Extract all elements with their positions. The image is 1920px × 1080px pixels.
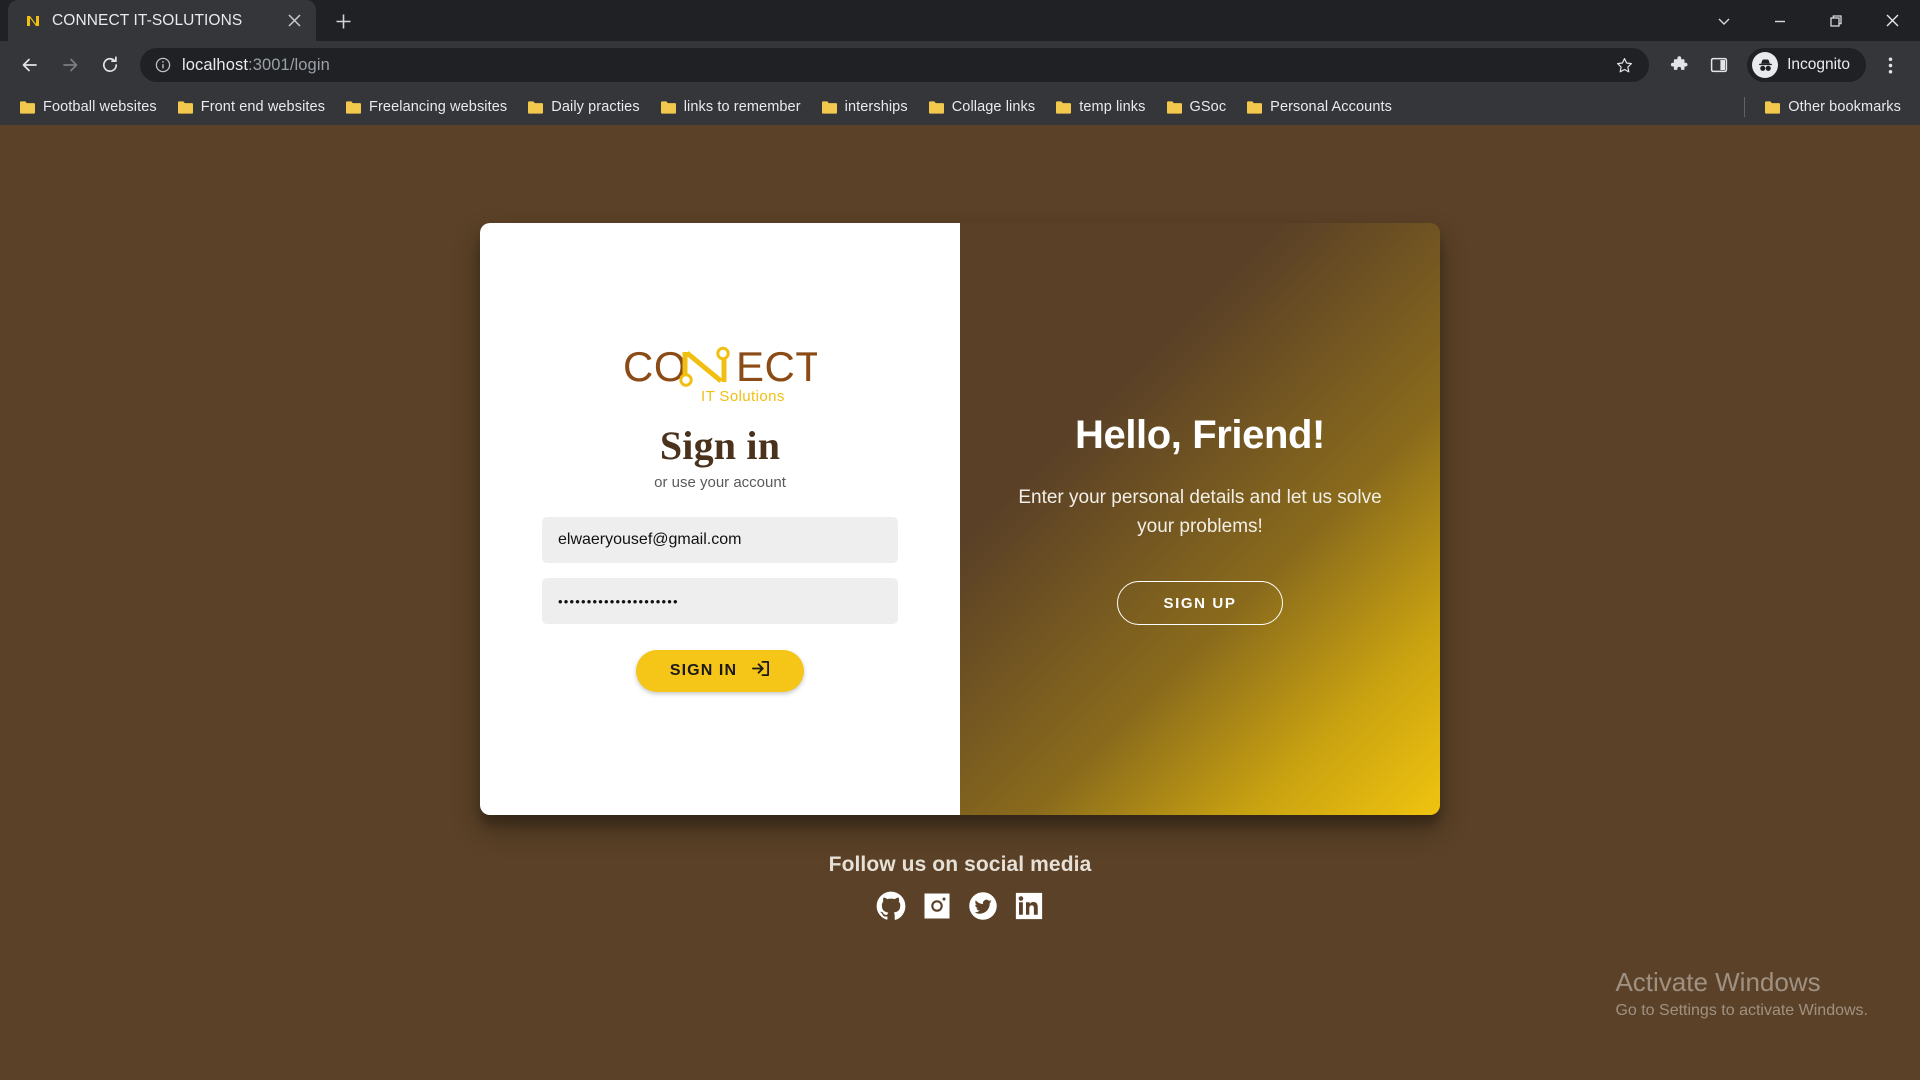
folder-icon [20, 100, 35, 114]
folder-icon [928, 100, 944, 114]
bookmarks-divider [1744, 97, 1746, 117]
bookmark-label: Daily practies [551, 99, 640, 115]
svg-text:CO: CO [623, 346, 687, 390]
url-host: localhost [182, 55, 249, 74]
bookmark-label: interships [844, 99, 908, 115]
bookmark-item[interactable]: links to remember [651, 94, 810, 120]
folder-icon [821, 100, 837, 114]
folder-icon [1765, 100, 1781, 114]
connect-logo-icon [24, 12, 42, 30]
other-bookmarks-label: Other bookmarks [1788, 99, 1901, 115]
other-bookmarks-group: Other bookmarks [1734, 94, 1910, 120]
signin-subtitle: or use your account [654, 474, 786, 491]
incognito-icon [1752, 52, 1779, 78]
activation-subtitle: Go to Settings to activate Windows. [1615, 1002, 1868, 1019]
connect-logo-icon: CO ECT IT Solutions [623, 346, 817, 408]
browser-window: CONNECT IT-SOLUTIONS localhost:3001/logi… [0, 0, 1920, 1080]
welcome-title: Hello, Friend! [1075, 413, 1325, 457]
side-panel-icon[interactable] [1701, 47, 1737, 83]
svg-text:ECT: ECT [736, 346, 817, 390]
sign-in-button[interactable]: SIGN IN [635, 650, 805, 692]
bookmark-item[interactable]: Football websites [10, 94, 166, 120]
folder-icon [660, 100, 676, 114]
instagram-icon[interactable] [922, 891, 952, 926]
folder-icon [1247, 100, 1263, 114]
info-circle-icon[interactable] [154, 56, 172, 74]
activation-title: Activate Windows [1615, 966, 1821, 997]
bookmark-item[interactable]: Collage links [919, 94, 1045, 120]
windows-activation-watermark: Activate Windows Go to Settings to activ… [1615, 966, 1868, 1021]
chevron-down-icon[interactable] [1696, 0, 1752, 41]
star-icon[interactable] [1609, 50, 1639, 80]
page-content: CO ECT IT Solutions Sign in or use your … [0, 125, 1920, 1080]
bookmark-item[interactable]: Front end websites [168, 94, 334, 120]
browser-tab[interactable]: CONNECT IT-SOLUTIONS [8, 0, 316, 41]
new-tab-button[interactable] [326, 4, 360, 38]
social-icon-list [829, 891, 1092, 926]
bookmark-label: Front end websites [200, 99, 326, 115]
signin-title: Sign in [659, 423, 781, 468]
other-bookmarks-button[interactable]: Other bookmarks [1755, 94, 1910, 120]
twitter-icon[interactable] [968, 891, 998, 926]
bookmark-item[interactable]: Daily practies [518, 94, 648, 120]
bookmark-label: temp links [1079, 99, 1146, 115]
linkedin-icon[interactable] [1014, 891, 1044, 926]
back-arrow-icon[interactable] [12, 47, 48, 83]
folder-icon [346, 100, 362, 114]
reload-icon[interactable] [92, 47, 128, 83]
close-icon[interactable] [282, 9, 306, 33]
bookmark-item[interactable]: Freelancing websites [336, 94, 516, 120]
bookmarks-bar: Football websites Front end websites Fre… [0, 89, 1920, 125]
welcome-panel: Hello, Friend! Enter your personal detai… [960, 223, 1440, 815]
profile-label: Incognito [1787, 56, 1850, 73]
folder-icon [528, 100, 544, 114]
three-dot-menu-icon[interactable] [1872, 47, 1908, 83]
tab-title: CONNECT IT-SOLUTIONS [52, 11, 243, 29]
bookmark-label: Collage links [951, 99, 1036, 115]
bookmark-item[interactable]: interships [812, 94, 917, 120]
browser-toolbar: localhost:3001/login Incognito [0, 41, 1920, 89]
folder-icon [1166, 100, 1182, 114]
password-field[interactable] [542, 578, 898, 624]
window-controls [1696, 0, 1920, 41]
auth-card: CO ECT IT Solutions Sign in or use your … [480, 223, 1440, 815]
github-icon[interactable] [876, 891, 906, 926]
folder-icon [1056, 100, 1072, 114]
bookmark-label: Personal Accounts [1270, 99, 1392, 115]
minimize-icon[interactable] [1752, 0, 1808, 41]
bookmark-item[interactable]: temp links [1046, 94, 1154, 120]
sign-up-button[interactable]: SIGN UP [1116, 581, 1284, 625]
signin-panel: CO ECT IT Solutions Sign in or use your … [480, 223, 960, 815]
bookmark-item[interactable]: GSoc [1157, 94, 1236, 120]
url-path: :3001/login [248, 55, 330, 74]
address-bar[interactable]: localhost:3001/login [140, 48, 1650, 82]
svg-text:IT Solutions: IT Solutions [701, 388, 785, 405]
address-bar-text: localhost:3001/login [182, 56, 1599, 75]
sign-in-button-label: SIGN IN [669, 662, 738, 679]
bookmark-item[interactable]: Personal Accounts [1237, 94, 1401, 120]
bookmark-label: Freelancing websites [369, 99, 508, 115]
login-arrow-icon [751, 659, 770, 683]
email-field[interactable] [542, 517, 898, 563]
window-close-icon[interactable] [1864, 0, 1920, 41]
folder-icon [177, 100, 193, 114]
bookmark-label: GSoc [1189, 99, 1227, 115]
restore-icon[interactable] [1808, 0, 1864, 41]
profile-chip[interactable]: Incognito [1747, 48, 1866, 82]
bookmark-label: links to remember [683, 99, 801, 115]
bookmark-label: Football websites [43, 99, 157, 115]
tab-strip: CONNECT IT-SOLUTIONS [0, 0, 1920, 41]
social-title: Follow us on social media [828, 853, 1092, 876]
social-section: Follow us on social media [829, 853, 1092, 926]
welcome-subtitle: Enter your personal details and let us s… [1018, 487, 1382, 537]
puzzle-piece-icon[interactable] [1661, 47, 1697, 83]
forward-arrow-icon[interactable] [52, 47, 88, 83]
